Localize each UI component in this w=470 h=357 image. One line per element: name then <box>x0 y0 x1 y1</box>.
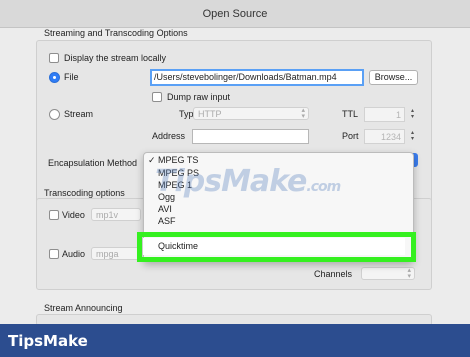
port-stepper-icon[interactable]: ▴ ▾ <box>409 130 416 144</box>
port-field[interactable]: 1234 <box>364 129 405 144</box>
video-codec-select[interactable]: mp1v <box>91 208 141 221</box>
file-radio[interactable] <box>49 72 60 83</box>
encapsulation-label: Encapsulation Method <box>48 158 138 168</box>
video-checkbox[interactable] <box>49 210 59 220</box>
display-locally-checkbox[interactable] <box>49 53 59 63</box>
type-select-value: HTTP <box>198 109 222 119</box>
footer-brand: TipsMake <box>8 332 88 350</box>
address-field[interactable] <box>192 129 309 144</box>
channels-select[interactable]: ▴ ▾ <box>361 267 415 280</box>
ttl-field[interactable]: 1 <box>364 107 405 122</box>
window-title: Open Source <box>202 8 268 20</box>
dump-raw-checkbox[interactable] <box>152 92 162 102</box>
port-label: Port <box>342 131 359 141</box>
watermark-suffix: .com <box>306 179 341 195</box>
video-codec-value: mp1v <box>96 210 119 220</box>
select-arrows-icon: ▴ ▾ <box>301 107 305 120</box>
audio-codec-select[interactable]: mpga <box>91 247 141 260</box>
type-select[interactable]: HTTP ▴ ▾ <box>193 107 309 120</box>
menu-item-quicktime[interactable]: Quicktime <box>143 238 405 255</box>
channels-label: Channels <box>314 269 353 279</box>
address-label: Address <box>152 131 186 141</box>
title-bar: Open Source <box>0 0 470 28</box>
watermark-logo: TipsMake.com <box>155 164 341 199</box>
browse-button[interactable]: Browse... <box>369 70 418 85</box>
dump-raw-label: Dump raw input <box>167 92 231 102</box>
stream-radio[interactable] <box>49 109 60 120</box>
ttl-label: TTL <box>342 109 359 119</box>
watermark-text: TipsMake <box>155 164 307 199</box>
transcoding-section-title: Transcoding options <box>44 188 125 198</box>
audio-label: Audio <box>62 249 86 259</box>
file-label: File <box>64 72 79 82</box>
display-locally-label: Display the stream locally <box>64 53 167 63</box>
audio-checkbox[interactable] <box>49 249 59 259</box>
video-label: Video <box>62 210 85 220</box>
footer-banner: TipsMake <box>0 324 470 357</box>
streaming-section-title: Streaming and Transcoding Options <box>44 28 188 38</box>
channels-arrows-icon: ▴ ▾ <box>407 267 411 280</box>
stream-label: Stream <box>64 109 94 119</box>
menu-item-asf[interactable]: ASF <box>158 216 176 227</box>
ttl-stepper-icon[interactable]: ▴ ▾ <box>409 108 416 122</box>
file-path-field[interactable]: /Users/stevebolinger/Downloads/Batman.mp… <box>150 69 364 86</box>
audio-codec-value: mpga <box>96 249 119 259</box>
announcing-section-title: Stream Announcing <box>44 303 123 313</box>
menu-item-avi[interactable]: AVI <box>158 204 172 215</box>
